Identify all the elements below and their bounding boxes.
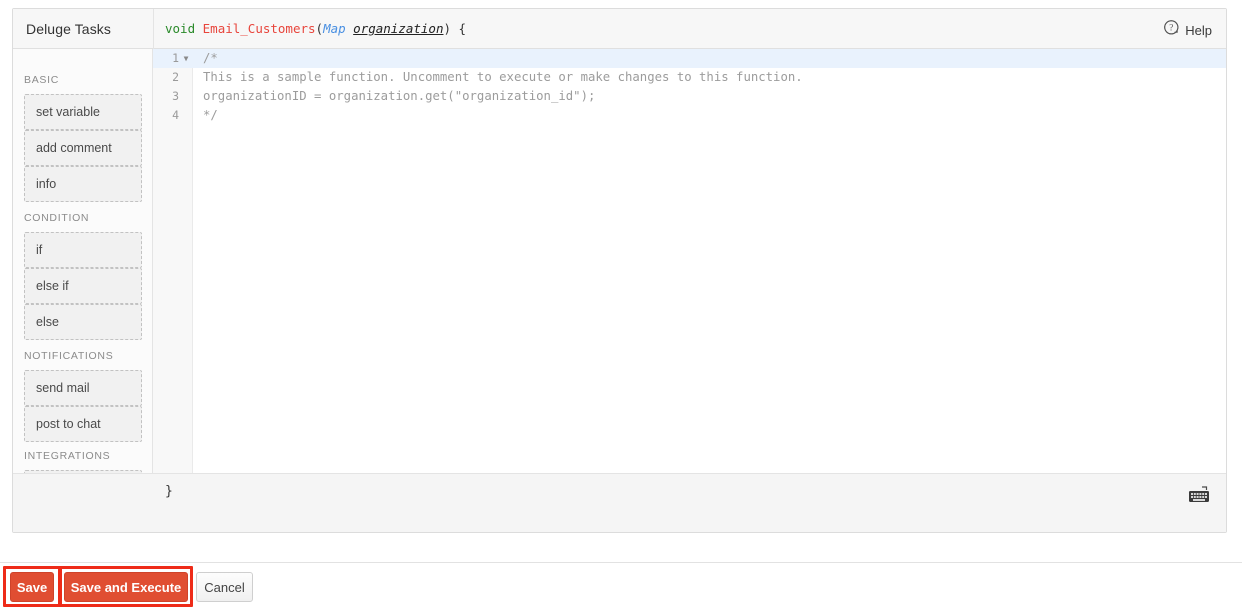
signature-open-paren: ( [316,21,324,36]
line-number: 4 [153,106,179,125]
code-line-2[interactable]: 2 This is a sample function. Uncomment t… [153,68,1226,87]
sidebar-section-label-integrations: INTEGRATIONS [13,450,110,462]
panel-header: Deluge Tasks void Email_Customers(Map or… [13,9,1226,49]
code-text: /* [203,49,218,68]
action-bar: Save Save and Execute Cancel [0,562,1242,609]
sidebar-item-post-to-chat[interactable]: post to chat [24,406,142,442]
code-line-4[interactable]: 4 */ [153,106,1226,125]
signature-param-type: Map [323,21,346,36]
code-line-3[interactable]: 3 organizationID = organization.get("org… [153,87,1226,106]
sidebar-item-send-mail[interactable]: send mail [24,370,142,406]
code-text: This is a sample function. Uncomment to … [203,68,803,87]
sidebar-section-label-condition: CONDITION [13,212,89,224]
sidebar-section-label-basic: BASIC [13,74,59,86]
signature-close-paren: ) { [443,21,466,36]
code-fold-arrow-icon[interactable]: ▼ [181,49,191,68]
sidebar-item-info[interactable]: info [24,166,142,202]
sidebar-item-set-variable[interactable]: set variable [24,94,142,130]
code-lines[interactable]: 1 ▼ /* 2 This is a sample function. Unco… [153,49,1226,474]
line-number: 2 [153,68,179,87]
cancel-button[interactable]: Cancel [196,572,253,602]
header-divider [153,9,154,49]
line-number: 1 [153,49,179,68]
sidebar-item-else-if[interactable]: else if [24,268,142,304]
closing-brace: } [165,484,173,499]
save-and-execute-button[interactable]: Save and Execute [64,572,188,602]
editor-footer: } [13,473,1226,532]
sidebar-item-add-comment[interactable]: add comment [24,130,142,166]
help-label: Help [1185,23,1212,38]
function-signature: void Email_Customers(Map organization) { [165,21,466,36]
sidebar-item-if[interactable]: if [24,232,142,268]
keyboard-icon[interactable] [1188,486,1210,509]
signature-keyword: void [165,21,195,36]
screen-root: Deluge Tasks void Email_Customers(Map or… [0,0,1242,609]
signature-function-name: Email_Customers [203,21,316,36]
deluge-editor-panel: Deluge Tasks void Email_Customers(Map or… [12,8,1227,533]
question-mark-circle-icon: ? [1164,20,1179,40]
code-editor[interactable]: 1 ▼ /* 2 This is a sample function. Unco… [153,49,1226,474]
signature-param-name: organization [353,21,443,36]
code-line-1[interactable]: 1 ▼ /* [153,49,1226,68]
save-button[interactable]: Save [10,572,54,602]
sidebar-item-else[interactable]: else [24,304,142,340]
page-title: Deluge Tasks [26,21,111,37]
sidebar-section-label-notifications: NOTIFICATIONS [13,350,113,362]
svg-text:?: ? [1170,23,1174,33]
code-text: organizationID = organization.get("organ… [203,87,595,106]
snippet-sidebar: BASIC set variable add comment info COND… [13,49,153,532]
help-button[interactable]: ? Help [1164,20,1212,40]
code-text: */ [203,106,218,125]
line-number: 3 [153,87,179,106]
